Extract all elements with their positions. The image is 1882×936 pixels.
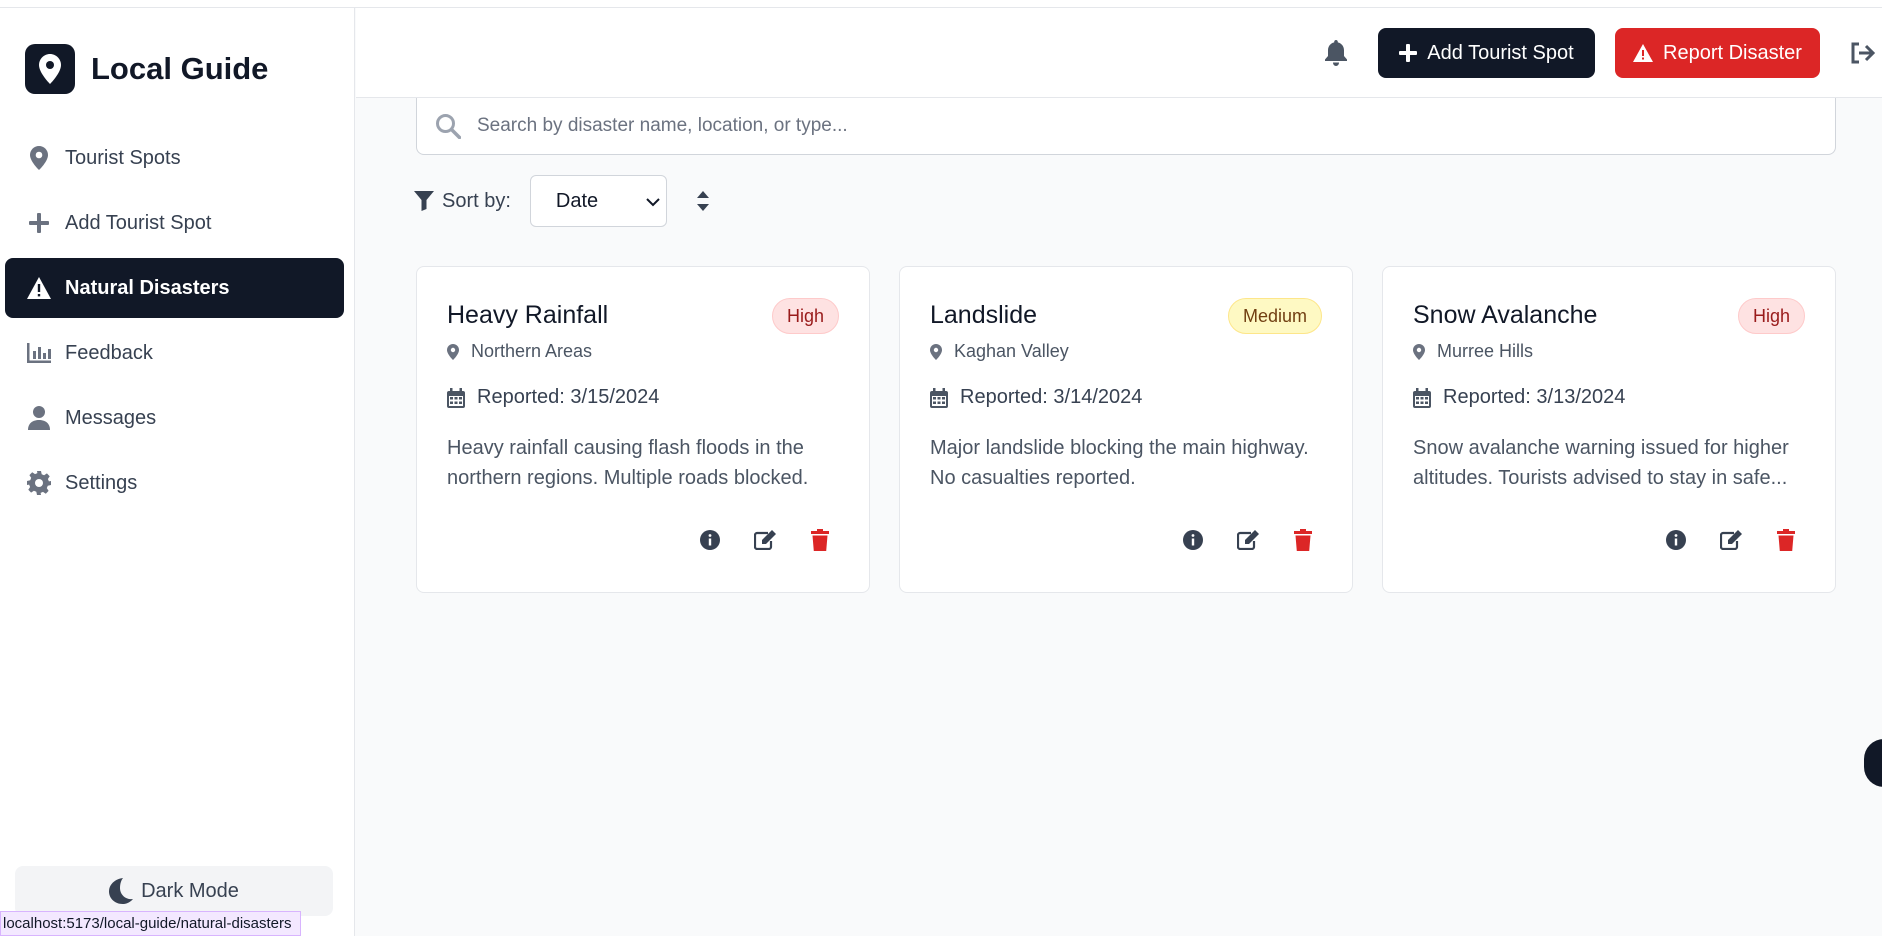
chevron-down-icon <box>646 190 660 213</box>
location-text: Northern Areas <box>471 341 593 361</box>
browser-status-url: localhost:5173/local-guide/natural-disas… <box>0 911 301 936</box>
calendar-icon <box>447 387 465 408</box>
card-actions <box>1149 529 1314 551</box>
top-header: Add Tourist Spot Report Disaster <box>356 8 1882 98</box>
info-icon[interactable] <box>1665 529 1687 551</box>
sidebar-item-label: Tourist Spots <box>65 146 181 169</box>
map-pin-icon <box>1413 343 1425 360</box>
sort-controls: Sort by: Date <box>414 175 709 227</box>
chart-bar-icon <box>25 339 53 367</box>
delete-icon[interactable] <box>1292 529 1314 551</box>
sort-select[interactable]: Date <box>529 175 667 227</box>
disaster-description: Snow avalanche warning issued for higher… <box>1413 437 1789 489</box>
edit-icon[interactable] <box>1237 529 1259 551</box>
sidebar-item-settings[interactable]: Settings <box>5 453 344 513</box>
card-actions <box>666 529 831 551</box>
edit-icon[interactable] <box>1720 529 1742 551</box>
filter-icon <box>414 191 434 211</box>
plus-icon <box>1399 44 1418 62</box>
card-actions <box>1632 529 1797 551</box>
reported-date: Reported: 3/14/2024 <box>960 386 1143 408</box>
search-bar <box>416 98 1836 155</box>
sidebar-item-label: Natural Disasters <box>65 276 230 299</box>
severity-badge: High <box>1737 298 1805 334</box>
warning-icon <box>1633 44 1654 62</box>
sidebar-item-messages[interactable]: Messages <box>5 388 344 448</box>
chat-widget-button[interactable] <box>1864 739 1882 787</box>
calendar-icon <box>1413 387 1431 408</box>
disaster-title: Heavy Rainfall <box>447 301 609 329</box>
dark-mode-toggle[interactable]: Dark Mode <box>15 866 333 916</box>
sidebar: Local Guide Tourist Spots Add Tourist Sp… <box>0 8 355 936</box>
reported-date: Reported: 3/13/2024 <box>1443 386 1626 408</box>
sidebar-item-tourist-spots[interactable]: Tourist Spots <box>5 128 344 188</box>
info-icon[interactable] <box>699 529 721 551</box>
warning-icon <box>25 274 53 302</box>
delete-icon[interactable] <box>1775 529 1797 551</box>
disaster-card[interactable]: Heavy Rainfall High Northern Areas Repor… <box>416 266 870 593</box>
disaster-date: Reported: 3/15/2024 <box>447 386 659 409</box>
add-tourist-spot-label: Add Tourist Spot <box>1427 41 1574 64</box>
disaster-title: Snow Avalanche <box>1413 301 1598 329</box>
user-icon <box>25 404 53 432</box>
severity-badge: Medium <box>1227 298 1322 334</box>
sidebar-item-feedback[interactable]: Feedback <box>5 323 344 383</box>
add-tourist-spot-button[interactable]: Add Tourist Spot <box>1378 28 1595 78</box>
sidebar-item-label: Messages <box>65 406 157 429</box>
disaster-date: Reported: 3/13/2024 <box>1413 386 1625 409</box>
disaster-date: Reported: 3/14/2024 <box>930 386 1142 409</box>
sidebar-item-label: Feedback <box>65 341 153 364</box>
disaster-title: Landslide <box>930 301 1038 329</box>
sidebar-nav: Tourist Spots Add Tourist Spot Natural D… <box>5 128 344 518</box>
plus-icon <box>25 209 53 237</box>
location-text: Murree Hills <box>1437 341 1534 361</box>
brand[interactable]: Local Guide <box>25 44 268 94</box>
sidebar-item-label: Settings <box>65 471 138 494</box>
disaster-location: Murree Hills <box>1413 341 1533 362</box>
map-pin-icon <box>447 343 459 360</box>
dark-mode-label: Dark Mode <box>141 879 239 902</box>
delete-icon[interactable] <box>809 529 831 551</box>
disaster-location: Kaghan Valley <box>930 341 1069 362</box>
report-disaster-label: Report Disaster <box>1663 41 1802 64</box>
map-pin-logo-icon <box>25 44 75 94</box>
search-input[interactable] <box>477 115 1777 137</box>
search-icon <box>435 113 461 139</box>
bell-icon[interactable] <box>1324 40 1348 71</box>
sort-label: Sort by: <box>442 189 511 212</box>
report-disaster-button[interactable]: Report Disaster <box>1615 28 1820 78</box>
sort-select-value: Date <box>555 189 599 212</box>
sidebar-item-natural-disasters[interactable]: Natural Disasters <box>5 258 344 318</box>
sort-direction-icon[interactable] <box>696 191 709 211</box>
info-icon[interactable] <box>1182 529 1204 551</box>
edit-icon[interactable] <box>754 529 776 551</box>
window-top-border <box>0 0 1882 8</box>
reported-date: Reported: 3/15/2024 <box>477 386 660 408</box>
sidebar-item-add-tourist-spot[interactable]: Add Tourist Spot <box>5 193 344 253</box>
calendar-icon <box>930 387 948 408</box>
moon-icon <box>109 878 134 904</box>
app-title: Local Guide <box>91 51 269 86</box>
severity-badge: High <box>771 298 839 334</box>
disaster-description: Major landslide blocking the main highwa… <box>930 437 1309 489</box>
sidebar-item-label: Add Tourist Spot <box>65 211 212 234</box>
disaster-card[interactable]: Landslide Medium Kaghan Valley Reported:… <box>899 266 1353 593</box>
logout-icon[interactable] <box>1850 42 1876 69</box>
disaster-description: Heavy rainfall causing flash floods in t… <box>447 437 809 489</box>
gear-icon <box>25 469 53 497</box>
map-pin-icon <box>930 343 942 360</box>
disaster-card[interactable]: Snow Avalanche High Murree Hills Reporte… <box>1382 266 1836 593</box>
location-text: Kaghan Valley <box>954 341 1069 361</box>
map-pin-icon <box>25 144 53 172</box>
disaster-location: Northern Areas <box>447 341 592 362</box>
